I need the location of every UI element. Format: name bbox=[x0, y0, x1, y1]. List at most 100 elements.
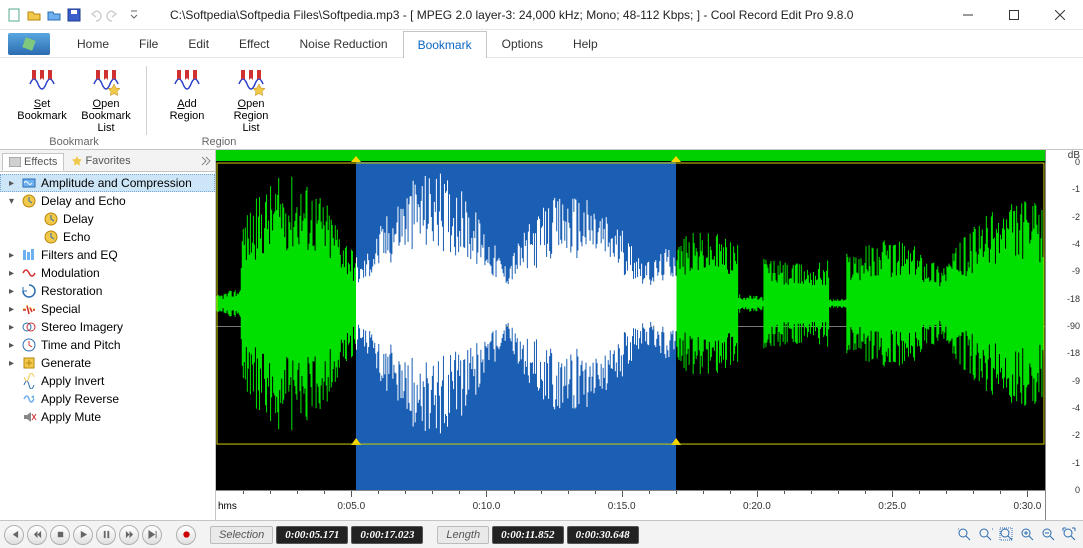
zoom-out-icon[interactable] bbox=[1040, 526, 1058, 544]
reverse-icon bbox=[21, 391, 37, 407]
group-title: Bookmark bbox=[49, 136, 99, 150]
zoom-in-start-icon[interactable] bbox=[956, 526, 974, 544]
play-button[interactable] bbox=[73, 525, 93, 545]
clock-icon bbox=[21, 193, 37, 209]
tab-help[interactable]: Help bbox=[558, 30, 613, 57]
tree-node-delay[interactable]: Delay bbox=[0, 210, 215, 228]
open-bookmark-list-button[interactable]: OpenBookmark List bbox=[78, 62, 134, 136]
tree-node-reverse[interactable]: Apply Reverse bbox=[0, 390, 215, 408]
wave-icon bbox=[21, 175, 37, 191]
tree-node-restoration[interactable]: ▸ Restoration bbox=[0, 282, 215, 300]
overview-bar[interactable] bbox=[216, 150, 1045, 162]
time-unit-label: hms bbox=[218, 501, 237, 512]
expand-icon[interactable]: ▸ bbox=[6, 286, 17, 297]
tree-node-special[interactable]: ▸ Special bbox=[0, 300, 215, 318]
bookmark-icon bbox=[171, 64, 203, 96]
tree-node-filters-eq[interactable]: ▸ Filters and EQ bbox=[0, 246, 215, 264]
ribbon: SetBookmark OpenBookmark ListBookmark Ad… bbox=[0, 58, 1083, 150]
db-tick: -90 bbox=[1067, 321, 1080, 331]
zoom-selection-icon[interactable] bbox=[998, 526, 1016, 544]
db-tick: -9 bbox=[1072, 266, 1080, 276]
expand-icon[interactable] bbox=[28, 214, 39, 225]
time-ruler: hms 0:05.00:10.00:15.00:20.00:25.00:30.0 bbox=[216, 490, 1083, 520]
expand-icon[interactable]: ▸ bbox=[6, 304, 17, 315]
selection-start: 0:00:05.171 bbox=[276, 526, 348, 544]
expand-icon[interactable]: ▸ bbox=[6, 178, 17, 189]
tree-node-modulation[interactable]: ▸ Modulation bbox=[0, 264, 215, 282]
tab-effect[interactable]: Effect bbox=[224, 30, 284, 57]
tab-file[interactable]: File bbox=[124, 30, 173, 57]
minimize-button[interactable] bbox=[945, 0, 991, 30]
zoom-full-icon[interactable] bbox=[1061, 526, 1079, 544]
tree-node-time-pitch[interactable]: ▸ Time and Pitch bbox=[0, 336, 215, 354]
save-icon[interactable] bbox=[66, 7, 82, 23]
tab-options[interactable]: Options bbox=[487, 30, 558, 57]
expand-icon[interactable]: ▸ bbox=[6, 268, 17, 279]
selection-end: 0:00:17.023 bbox=[351, 526, 423, 544]
tab-noise-reduction[interactable]: Noise Reduction bbox=[285, 30, 403, 57]
tab-home[interactable]: Home bbox=[62, 30, 124, 57]
tree-node-mute[interactable]: Apply Mute bbox=[0, 408, 215, 426]
time-tick: 0:15.0 bbox=[608, 501, 636, 512]
db-tick: -1 bbox=[1072, 184, 1080, 194]
record-button[interactable] bbox=[176, 525, 196, 545]
open-region-list-button[interactable]: OpenRegion List bbox=[223, 62, 279, 136]
expand-icon[interactable] bbox=[6, 394, 17, 405]
waveform-display[interactable] bbox=[216, 162, 1045, 490]
tree-node-stereo[interactable]: ▸ Stereo Imagery bbox=[0, 318, 215, 336]
expand-icon[interactable]: ▸ bbox=[6, 322, 17, 333]
pause-button[interactable] bbox=[96, 525, 116, 545]
mod-icon bbox=[21, 265, 37, 281]
add-region-button[interactable]: AddRegion bbox=[159, 62, 215, 136]
db-tick: -4 bbox=[1072, 239, 1080, 249]
app-logo[interactable] bbox=[8, 33, 50, 55]
sidebar-collapse-icon[interactable] bbox=[199, 155, 213, 167]
zoom-in-end-icon[interactable] bbox=[977, 526, 995, 544]
time-ruler-scale[interactable]: hms 0:05.00:10.00:15.00:20.00:25.00:30.0 bbox=[216, 490, 1045, 520]
tree-node-label: Special bbox=[41, 302, 80, 316]
goto-start-button[interactable] bbox=[4, 525, 24, 545]
tree-node-amp-comp[interactable]: ▸ Amplitude and Compression bbox=[0, 174, 215, 192]
bookmark-icon bbox=[90, 64, 122, 96]
set-bookmark-button[interactable]: SetBookmark bbox=[14, 62, 70, 136]
stop-button[interactable] bbox=[50, 525, 70, 545]
window-controls bbox=[945, 0, 1083, 30]
expand-icon[interactable]: ▾ bbox=[6, 196, 17, 207]
expand-icon[interactable]: ▸ bbox=[6, 358, 17, 369]
expand-icon[interactable]: ▸ bbox=[6, 340, 17, 351]
db-scale: 0-1-2-4-9-18-90-18-9-4-2-10 bbox=[1045, 162, 1083, 490]
sidebar-tab-effects[interactable]: Effects bbox=[2, 153, 64, 171]
redo-icon[interactable] bbox=[106, 7, 122, 23]
open-folder-icon[interactable] bbox=[46, 7, 62, 23]
tree-node-generate[interactable]: ▸ Generate bbox=[0, 354, 215, 372]
bookmark-icon bbox=[26, 64, 58, 96]
maximize-button[interactable] bbox=[991, 0, 1037, 30]
sidebar-tab-favorites[interactable]: Favorites bbox=[66, 153, 136, 169]
tree-node-invert[interactable]: Apply Invert bbox=[0, 372, 215, 390]
bookmark-icon bbox=[235, 64, 267, 96]
expand-icon[interactable] bbox=[28, 232, 39, 243]
new-icon[interactable] bbox=[6, 7, 22, 23]
expand-icon[interactable] bbox=[6, 412, 17, 423]
expand-icon[interactable] bbox=[6, 376, 17, 387]
tree-node-label: Restoration bbox=[41, 284, 102, 298]
tab-edit[interactable]: Edit bbox=[173, 30, 224, 57]
close-button[interactable] bbox=[1037, 0, 1083, 30]
rewind-button[interactable] bbox=[27, 525, 47, 545]
tab-bookmark[interactable]: Bookmark bbox=[403, 31, 487, 58]
tree-node-label: Apply Invert bbox=[41, 374, 104, 388]
ribbon-group-bookmark: SetBookmark OpenBookmark ListBookmark bbox=[6, 62, 142, 149]
zoom-in-icon[interactable] bbox=[1019, 526, 1037, 544]
db-tick: -9 bbox=[1072, 376, 1080, 386]
undo-icon[interactable] bbox=[86, 7, 102, 23]
tree-node-echo[interactable]: Echo bbox=[0, 228, 215, 246]
tree-node-delay-echo[interactable]: ▾ Delay and Echo bbox=[0, 192, 215, 210]
qat-dropdown-icon[interactable] bbox=[126, 7, 142, 23]
open-icon[interactable] bbox=[26, 7, 42, 23]
ribbon-tabs: HomeFileEditEffectNoise ReductionBookmar… bbox=[0, 30, 1083, 58]
forward-button[interactable] bbox=[119, 525, 139, 545]
tree-node-label: Delay and Echo bbox=[41, 194, 126, 208]
goto-end-button[interactable] bbox=[142, 525, 162, 545]
expand-icon[interactable]: ▸ bbox=[6, 250, 17, 261]
db-tick: 0 bbox=[1075, 157, 1080, 167]
